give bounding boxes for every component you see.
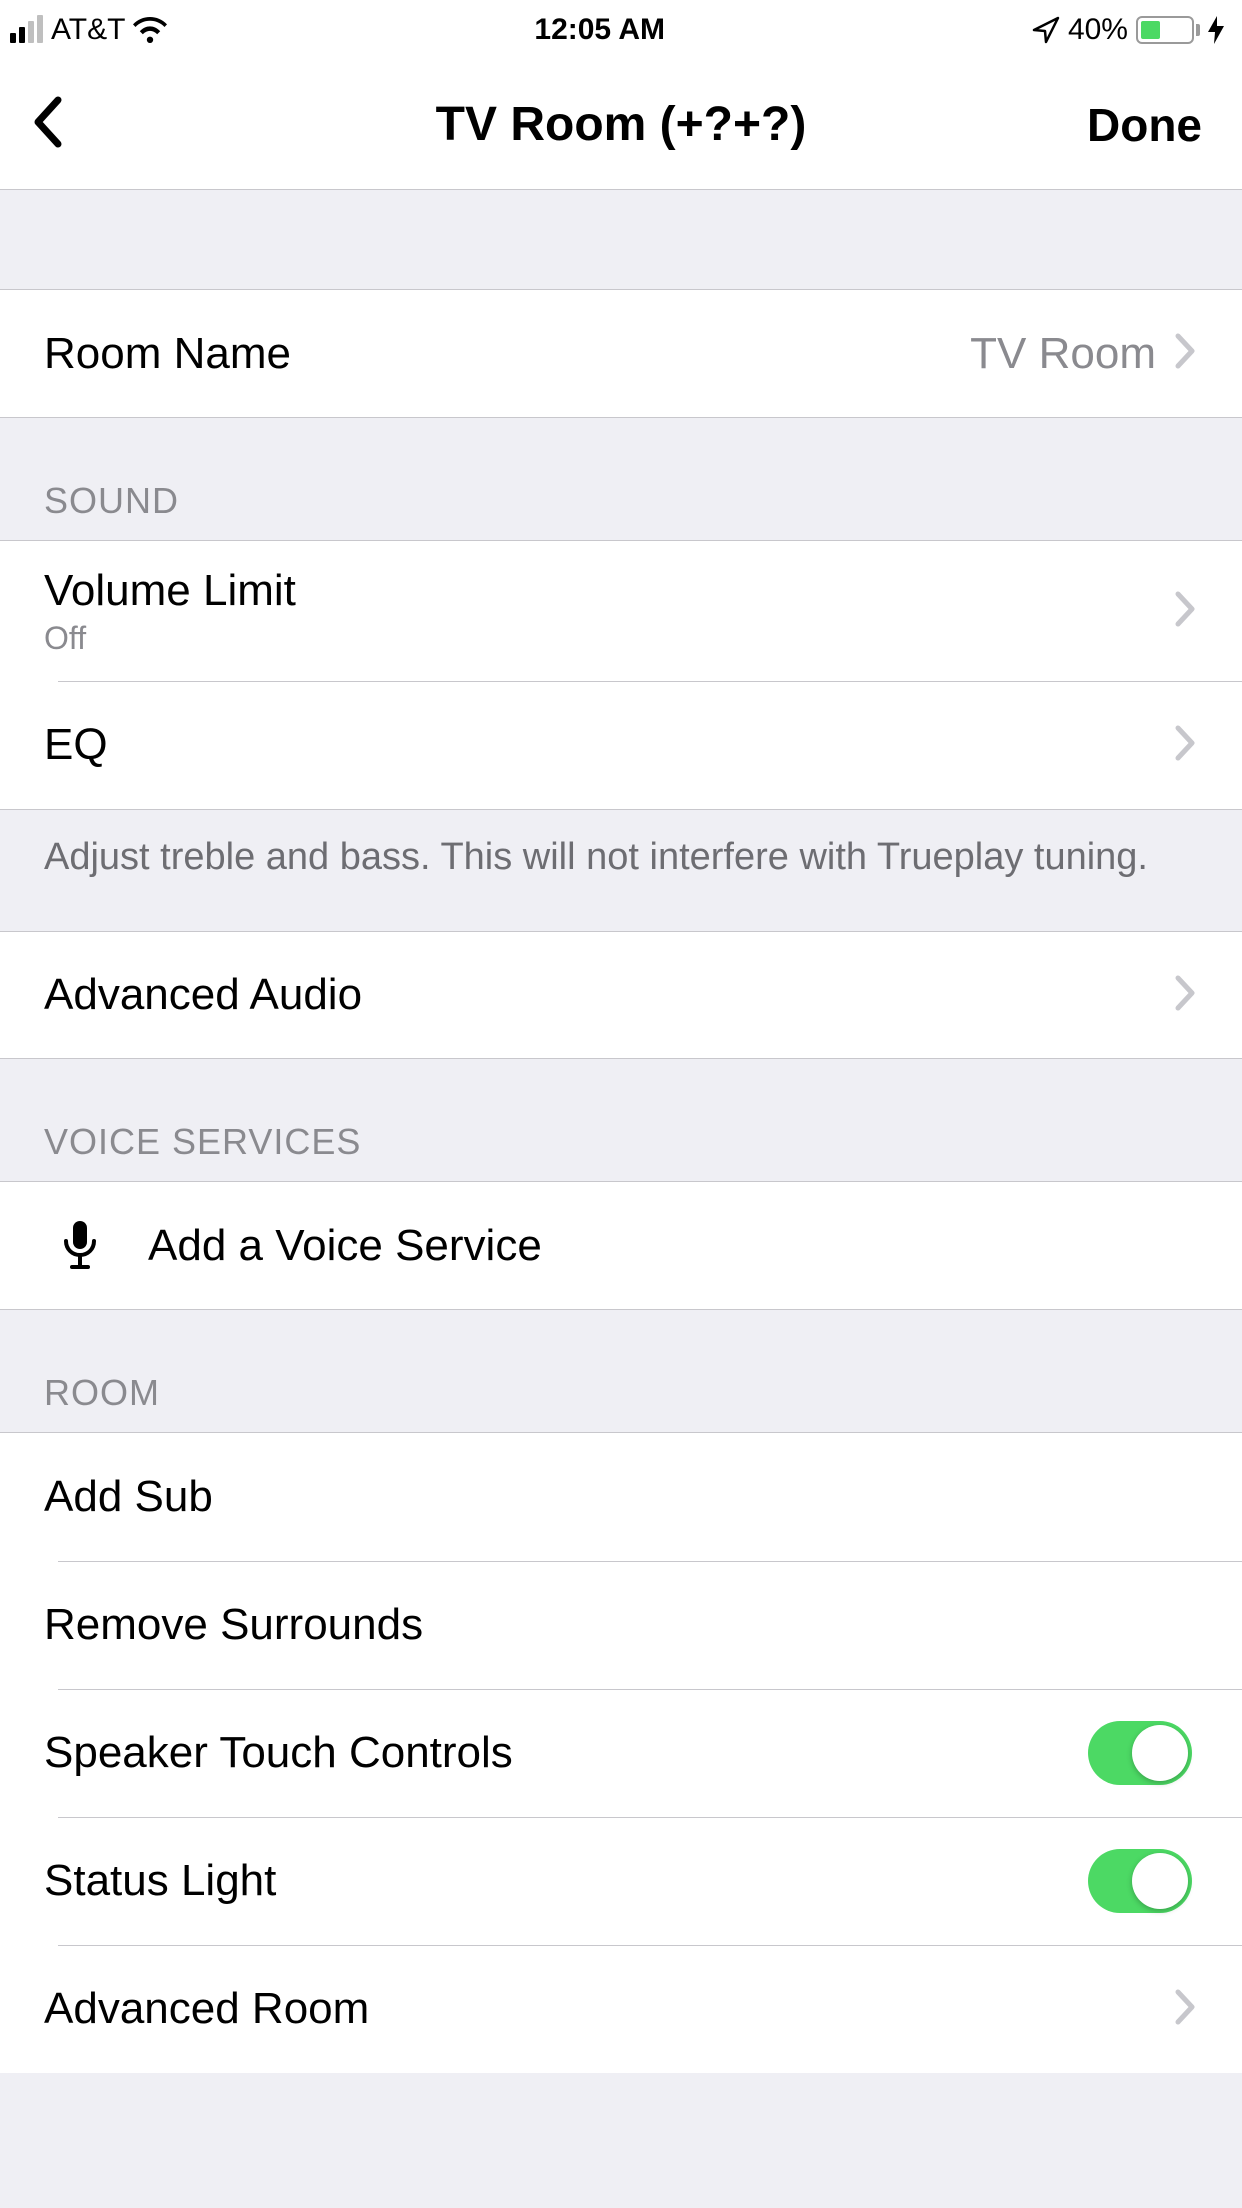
done-button[interactable]: Done bbox=[1087, 98, 1202, 152]
eq-row[interactable]: EQ bbox=[0, 681, 1242, 809]
status-bar: AT&T 12:05 AM 40% bbox=[0, 0, 1242, 60]
status-right: 40% bbox=[1032, 13, 1224, 47]
back-button[interactable] bbox=[30, 94, 66, 155]
voice-services-header: Voice Services bbox=[0, 1059, 1242, 1182]
speaker-touch-row: Speaker Touch Controls bbox=[0, 1689, 1242, 1817]
sound-section-header: Sound bbox=[0, 418, 1242, 541]
add-voice-service-row[interactable]: Add a Voice Service bbox=[0, 1182, 1242, 1310]
microphone-icon bbox=[20, 1219, 140, 1273]
section-spacer bbox=[0, 190, 1242, 290]
status-left: AT&T bbox=[10, 13, 167, 47]
battery-percent: 40% bbox=[1068, 13, 1128, 47]
add-sub-label: Add Sub bbox=[44, 1472, 1198, 1522]
chevron-right-icon bbox=[1174, 1988, 1198, 2031]
page-title: TV Room (+?+?) bbox=[40, 97, 1202, 152]
location-arrow-icon bbox=[1032, 16, 1060, 44]
advanced-room-label: Advanced Room bbox=[44, 1984, 1174, 2034]
room-name-row[interactable]: Room Name TV Room bbox=[0, 290, 1242, 418]
speaker-touch-toggle[interactable] bbox=[1088, 1721, 1192, 1785]
volume-limit-value: Off bbox=[44, 620, 1174, 657]
chevron-right-icon bbox=[1174, 590, 1198, 633]
charging-bolt-icon bbox=[1208, 16, 1224, 44]
chevron-right-icon bbox=[1174, 332, 1198, 375]
remove-surrounds-label: Remove Surrounds bbox=[44, 1600, 1198, 1650]
battery-icon bbox=[1136, 16, 1200, 44]
remove-surrounds-row[interactable]: Remove Surrounds bbox=[0, 1561, 1242, 1689]
clock: 12:05 AM bbox=[534, 13, 665, 47]
room-name-label: Room Name bbox=[44, 329, 970, 379]
wifi-icon bbox=[133, 17, 167, 43]
speaker-touch-label: Speaker Touch Controls bbox=[44, 1728, 1088, 1778]
room-name-value: TV Room bbox=[970, 329, 1156, 379]
chevron-right-icon bbox=[1174, 724, 1198, 767]
cellular-signal-icon bbox=[10, 17, 43, 43]
status-light-row: Status Light bbox=[0, 1817, 1242, 1945]
volume-limit-label: Volume Limit bbox=[44, 566, 1174, 616]
status-light-label: Status Light bbox=[44, 1856, 1088, 1906]
chevron-right-icon bbox=[1174, 974, 1198, 1017]
advanced-audio-label: Advanced Audio bbox=[44, 970, 1174, 1020]
volume-limit-row[interactable]: Volume Limit Off bbox=[0, 541, 1242, 681]
status-light-toggle[interactable] bbox=[1088, 1849, 1192, 1913]
room-section-header: Room bbox=[0, 1310, 1242, 1433]
advanced-audio-row[interactable]: Advanced Audio bbox=[0, 931, 1242, 1059]
eq-label: EQ bbox=[44, 720, 1174, 770]
advanced-room-row[interactable]: Advanced Room bbox=[0, 1945, 1242, 2073]
navigation-bar: TV Room (+?+?) Done bbox=[0, 60, 1242, 190]
sound-section-footer: Adjust treble and bass. This will not in… bbox=[0, 809, 1242, 931]
add-sub-row[interactable]: Add Sub bbox=[0, 1433, 1242, 1561]
carrier-label: AT&T bbox=[51, 13, 125, 47]
add-voice-service-label: Add a Voice Service bbox=[148, 1221, 1198, 1271]
